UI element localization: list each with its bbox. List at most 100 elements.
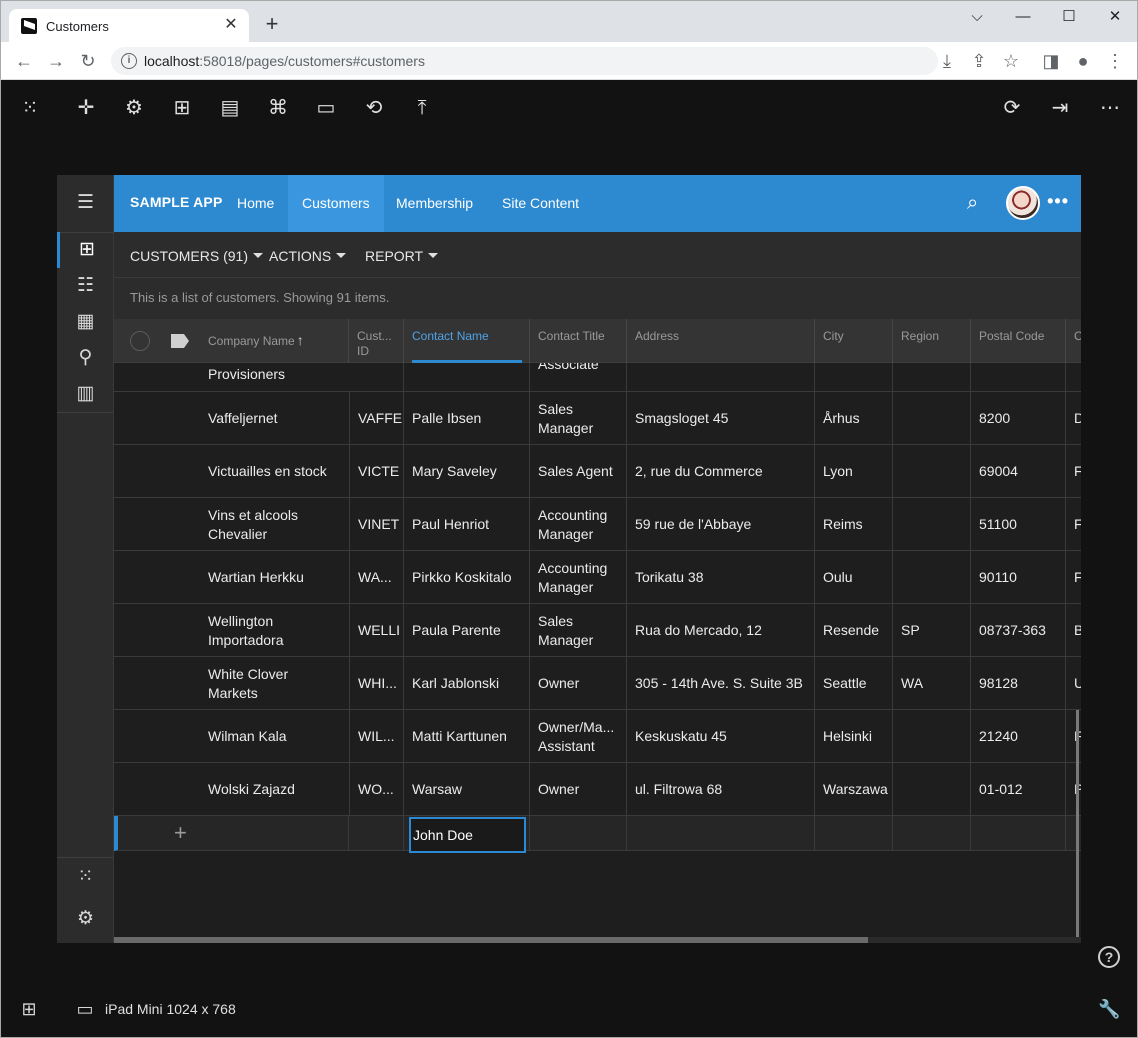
more-options-icon[interactable]: ••• [1047, 191, 1069, 212]
exit-icon[interactable]: ⇥ [1048, 96, 1072, 120]
url-field[interactable]: i localhost:58018/pages/customers#custom… [111, 47, 938, 75]
gear-icon[interactable]: ⚙ [122, 96, 146, 120]
webhook-icon[interactable]: ⌘ [266, 96, 290, 120]
table-row[interactable]: Wilman Kala WIL... Matti Karttunen Owner… [114, 710, 1081, 763]
profile-icon[interactable]: ● [1073, 51, 1093, 71]
col-contact-name[interactable]: Contact Name [404, 319, 530, 363]
cell-contact: Paul Henriot [404, 498, 530, 551]
cell-contact: Pirkko Koskitalo [404, 551, 530, 604]
app-bar: SAMPLE APP Home Customers Membership Sit… [114, 175, 1081, 232]
install-icon[interactable]: ⤓ [937, 51, 957, 71]
app-brand[interactable]: SAMPLE APP [130, 194, 223, 210]
cell-region [893, 763, 971, 816]
help-icon[interactable]: ? [1098, 946, 1120, 968]
sitemap-icon[interactable]: ⊞ [170, 96, 194, 120]
col-company-name[interactable]: Company Name ↑ [200, 319, 349, 363]
col-region[interactable]: Region [893, 319, 971, 363]
col-postal-code[interactable]: Postal Code [971, 319, 1066, 363]
cell-contact: Karl Jablonski [404, 657, 530, 710]
browser-menu-icon[interactable]: ⋮ [1105, 51, 1125, 71]
side-rail: ☰ ⊞ ☷ ▦ ⚲ ▥ ⁙ ⚙ [57, 175, 114, 943]
browser-tab[interactable]: Customers ✕ [9, 9, 249, 43]
cell-title: Associate [530, 363, 627, 392]
cell-postal: 69004 [971, 445, 1066, 498]
table-row[interactable]: Vaffeljernet VAFFE Palle Ibsen Sales Man… [114, 392, 1081, 445]
refresh-icon[interactable]: ⟳ [1000, 96, 1024, 120]
tag-icon[interactable] [171, 334, 189, 348]
view-selector-button[interactable]: CUSTOMERS (91) [130, 248, 263, 264]
chevron-down-icon[interactable]: ⌵ [966, 7, 988, 27]
table-row[interactable]: Wellington Importadora WELLI Paula Paren… [114, 604, 1081, 657]
folder-icon[interactable]: ▭ [314, 96, 338, 120]
col-address[interactable]: Address [627, 319, 815, 363]
cell-country: F [1074, 516, 1081, 532]
col-country[interactable]: C [1066, 319, 1081, 363]
report-button[interactable]: REPORT [365, 248, 439, 264]
chart-view-icon[interactable]: ▥ [57, 376, 114, 412]
table-row[interactable]: Wartian Herkku WA... Pirkko Koskitalo Ac… [114, 551, 1081, 604]
apps-icon[interactable]: ⁙ [57, 859, 114, 895]
new-tab-button[interactable]: + [261, 13, 283, 35]
grid-view-icon[interactable]: ⊞ [57, 232, 114, 268]
apps-grid-icon[interactable]: ⁙ [18, 96, 42, 120]
minimize-button[interactable]: — [1012, 7, 1034, 27]
nav-home[interactable]: Home [223, 175, 288, 232]
wrench-icon[interactable]: 🔧 [1098, 998, 1120, 1020]
crosshair-icon[interactable]: ✛ [74, 96, 98, 120]
cell-id: VINET [349, 498, 404, 551]
forward-icon[interactable]: → [46, 51, 66, 71]
search-icon[interactable]: ⌕ [967, 192, 989, 214]
sync-icon[interactable]: ⟲ [362, 96, 386, 120]
cards-view-icon[interactable]: ▦ [57, 304, 114, 340]
bookmark-star-icon[interactable]: ☆ [1001, 51, 1021, 71]
tab-title: Customers [46, 19, 109, 34]
cell-region [893, 710, 971, 763]
map-pin-icon[interactable]: ⚲ [57, 340, 114, 376]
list-view-icon[interactable]: ☷ [57, 268, 114, 304]
vertical-scrollbar[interactable] [1076, 710, 1079, 938]
table-row[interactable]: White Clover Markets WHI... Karl Jablons… [114, 657, 1081, 710]
share-icon[interactable]: ⇪ [969, 51, 989, 71]
back-icon[interactable]: ← [14, 51, 34, 71]
reload-icon[interactable]: ↻ [78, 51, 98, 71]
site-info-icon[interactable]: i [121, 53, 137, 69]
nav-membership[interactable]: Membership [382, 175, 487, 232]
device-label[interactable]: iPad Mini 1024 x 768 [105, 1001, 236, 1017]
book-icon[interactable]: ▤ [218, 96, 242, 120]
devices-icon[interactable]: ▭ [74, 998, 96, 1020]
new-row[interactable]: + [114, 816, 1081, 853]
table-row[interactable]: Provisioners Associate [114, 363, 1081, 392]
cell-company: Wartian Herkku [208, 569, 304, 585]
tab-close-icon[interactable]: ✕ [221, 15, 241, 35]
nav-customers[interactable]: Customers [288, 175, 384, 232]
col-label: Company Name [208, 334, 295, 348]
horizontal-scrollbar-thumb[interactable] [114, 937, 868, 943]
grid-body: Provisioners Associate Vaffeljernet VAFF… [114, 363, 1081, 851]
actions-button[interactable]: ACTIONS [269, 248, 347, 264]
cell-contact: Paula Parente [404, 604, 530, 657]
widgets-icon[interactable]: ⊞ [18, 998, 40, 1020]
avatar[interactable] [1006, 186, 1040, 220]
add-row-icon[interactable]: + [174, 821, 187, 845]
col-customer-id[interactable]: Cust... ID [349, 319, 404, 363]
favicon-icon [21, 18, 37, 34]
nav-site-content[interactable]: Site Content [488, 175, 593, 232]
col-city[interactable]: City [815, 319, 893, 363]
contact-name-input[interactable] [409, 817, 526, 853]
publish-icon[interactable]: ⤒ [410, 96, 434, 120]
table-row[interactable]: Vins et alcools Chevalier VINET Paul Hen… [114, 498, 1081, 551]
table-row[interactable]: Wolski Zajazd WO... Warsaw Owner ul. Fil… [114, 763, 1081, 816]
hamburger-menu-icon[interactable]: ☰ [57, 185, 114, 221]
settings-icon[interactable]: ⚙ [57, 901, 114, 937]
cell-company: Wolski Zajazd [208, 781, 295, 797]
cell-city: Århus [815, 392, 893, 445]
more-icon[interactable]: ⋯ [1098, 96, 1122, 120]
view-description: This is a list of customers. Showing 91 … [114, 278, 1081, 319]
side-panel-icon[interactable]: ◨ [1041, 51, 1061, 71]
maximize-button[interactable]: ☐ [1058, 7, 1080, 27]
cell-address: 59 rue de l'Abbaye [627, 498, 815, 551]
table-row[interactable]: Victuailles en stock VICTE Mary Saveley … [114, 445, 1081, 498]
select-all-toggle[interactable] [130, 331, 150, 351]
close-window-button[interactable]: ✕ [1104, 7, 1126, 27]
col-contact-title[interactable]: Contact Title [530, 319, 627, 363]
